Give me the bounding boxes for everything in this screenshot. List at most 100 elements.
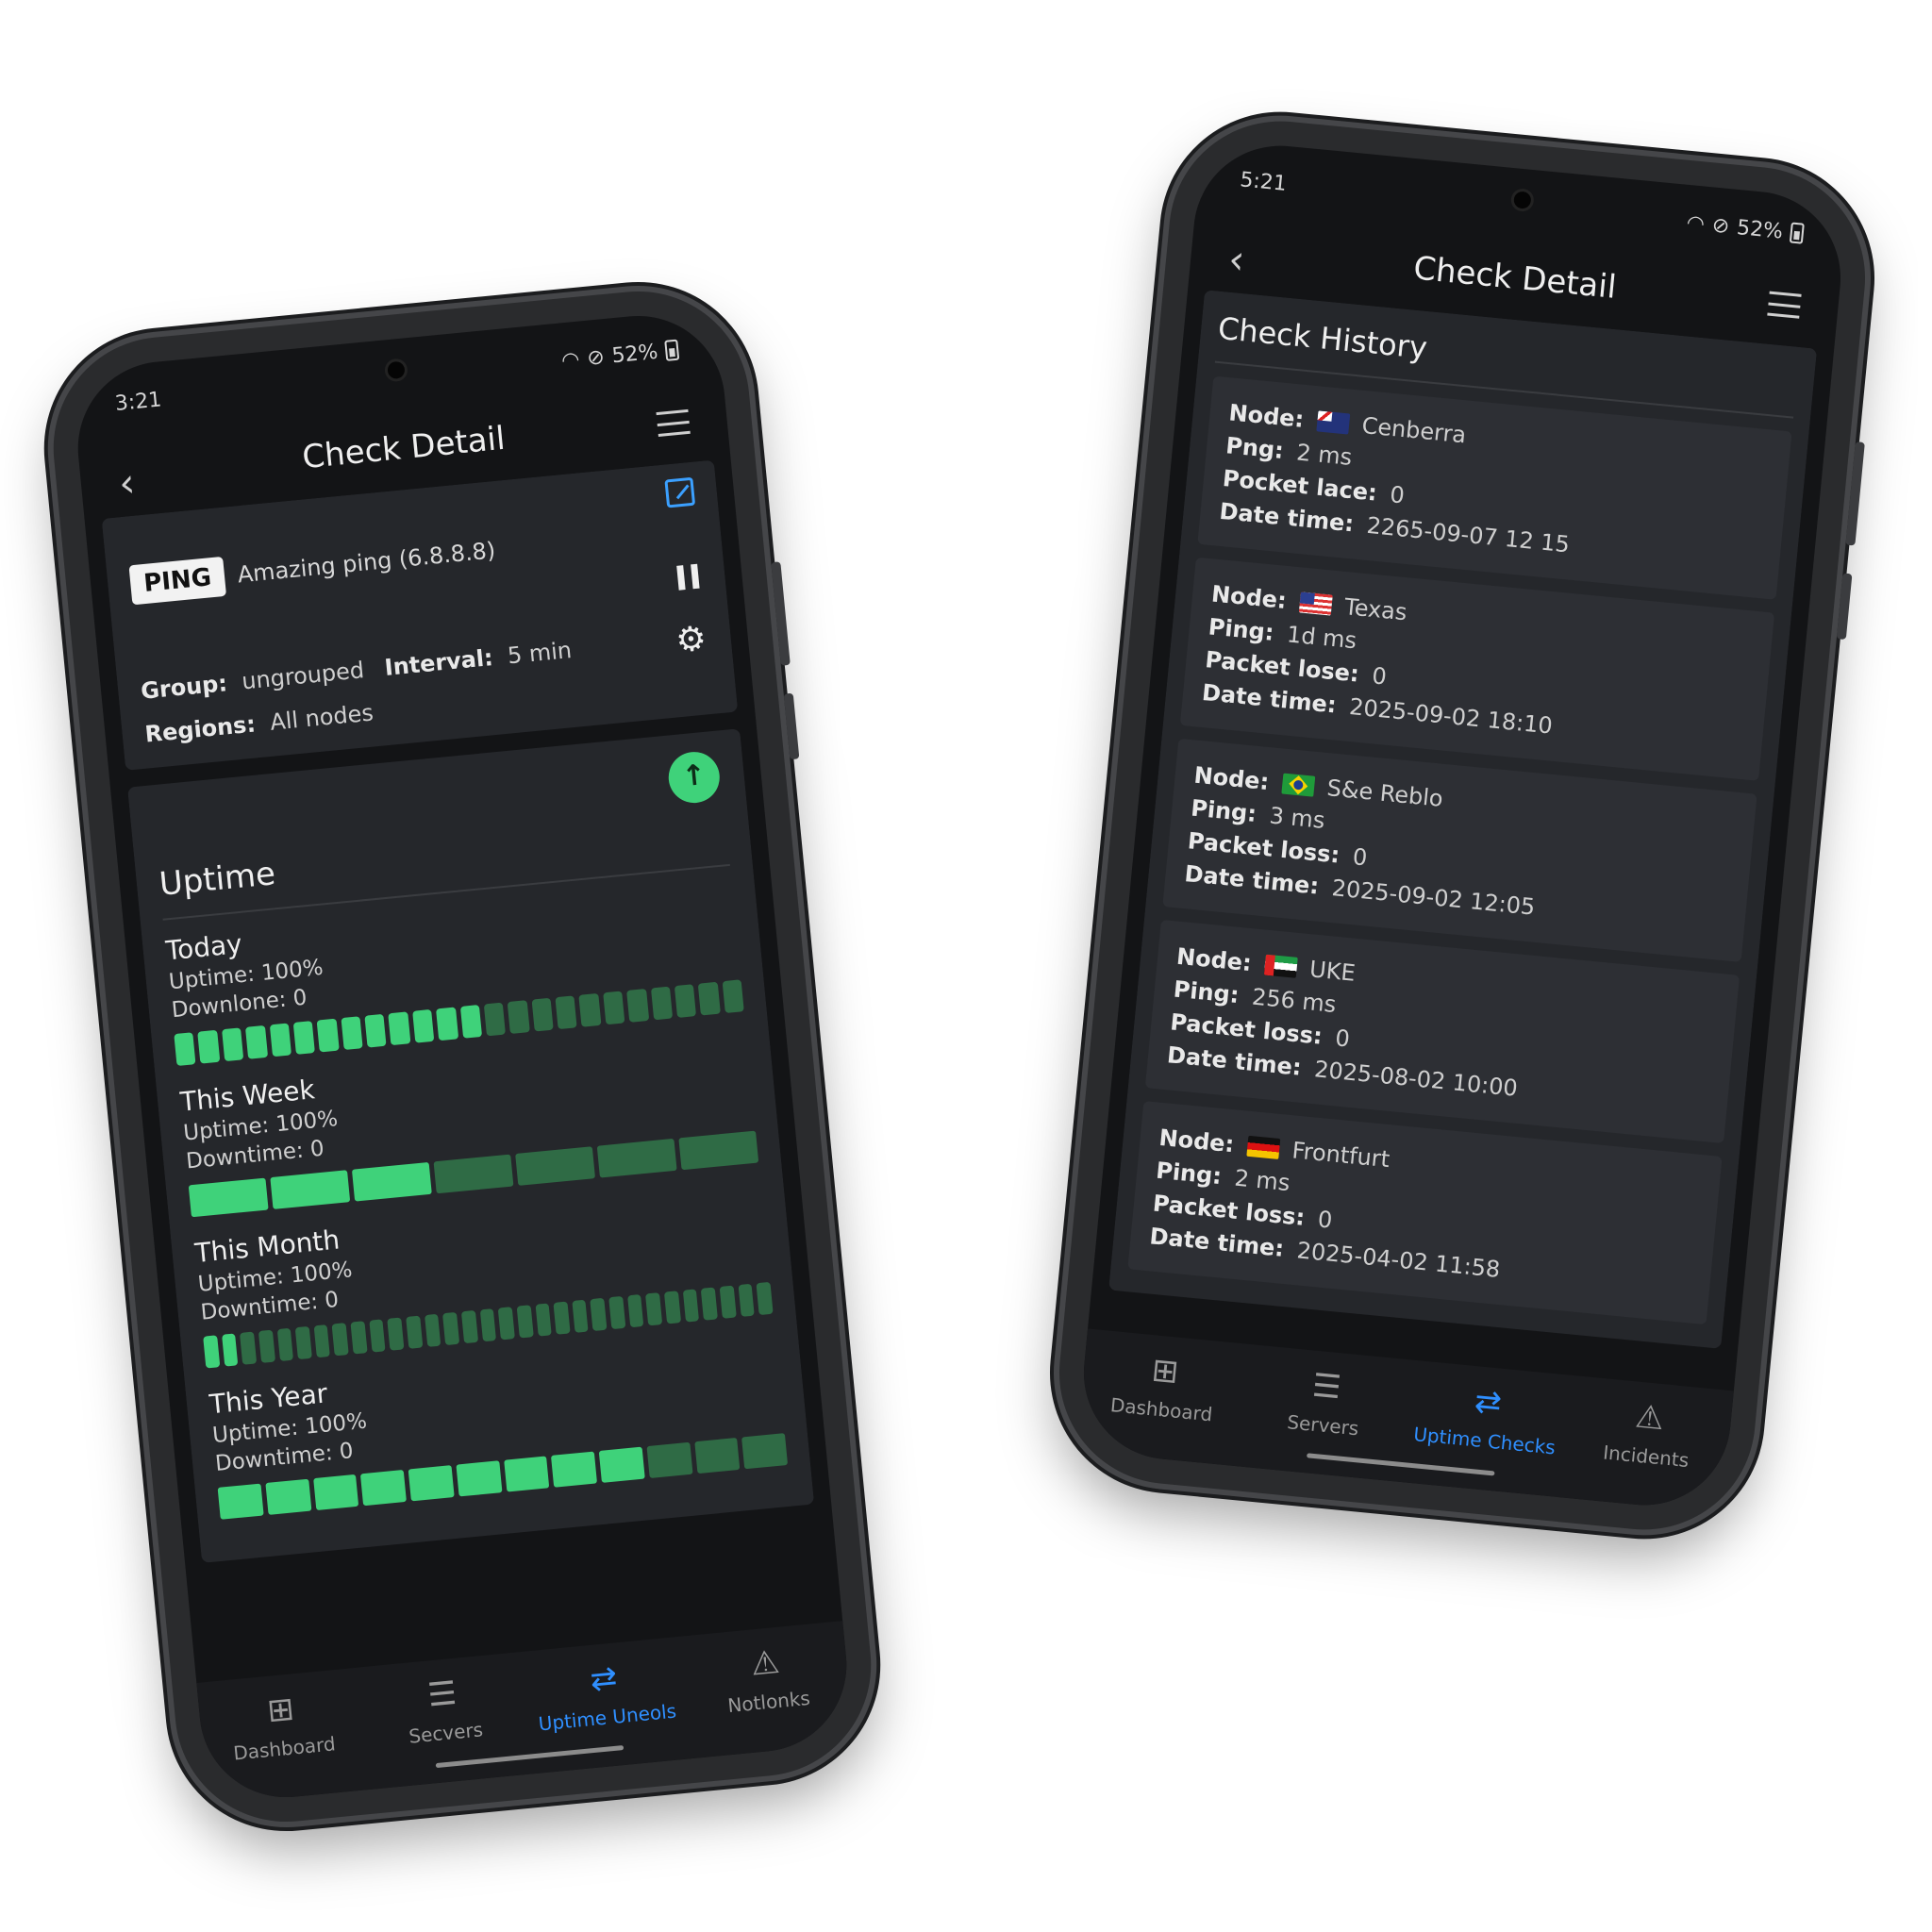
uptime-segment (276, 1327, 294, 1362)
period-month: This Month Uptime: 100% Downtime: 0 (193, 1183, 774, 1369)
nav-incidents[interactable]: ⚠ Incidents (1564, 1394, 1732, 1475)
uptime-segment (240, 1331, 258, 1365)
uptime-segment (408, 1465, 455, 1502)
uptime-segment (515, 1146, 596, 1186)
node-label: Node: (1158, 1124, 1236, 1158)
warning-icon: ⚠ (1633, 1397, 1666, 1439)
battery-percent: 52% (1736, 215, 1785, 244)
uptime-segment (188, 1177, 269, 1218)
uptime-segment (351, 1161, 432, 1202)
home-indicator[interactable] (435, 1744, 625, 1769)
group-field: Group: ungrouped (140, 657, 365, 705)
ping-value: 2 ms (1295, 439, 1354, 471)
interval-value: 5 min (506, 636, 574, 670)
uptime-segment (674, 984, 697, 1018)
nav-servers[interactable]: ☰ Secvers (359, 1671, 527, 1752)
uptime-segment (245, 1024, 268, 1059)
ping-value: 2 ms (1233, 1164, 1291, 1197)
check-info-card: PING Amazing ping (6.8.8.8) ⚙ Group: ung… (101, 459, 739, 771)
node-name: Cenberra (1360, 411, 1468, 449)
screen: 5:21 ◠ ⊘ 52% ‹ Check Detail Check Histor… (1075, 138, 1849, 1513)
regions-value: All nodes (269, 699, 375, 736)
nav-label: Secvers (408, 1718, 484, 1748)
nav-label: Notlonks (726, 1686, 811, 1718)
uptime-segment (174, 1032, 196, 1067)
uptime-segment (738, 1283, 755, 1317)
uptime-segment (424, 1313, 441, 1347)
uptime-segment (719, 1285, 737, 1319)
uptime-segment (197, 1029, 221, 1064)
loss-value: 0 (1371, 662, 1389, 691)
node-name: UKE (1307, 956, 1357, 987)
nav-uptime-checks[interactable]: ⇄ Uptime Checks (1403, 1378, 1571, 1459)
gear-icon[interactable]: ⚙ (675, 619, 708, 660)
battery-icon (1789, 222, 1805, 244)
nav-label: Uptime Uneols (537, 1699, 678, 1736)
home-indicator[interactable] (1306, 1453, 1495, 1476)
uptime-segment (645, 1292, 663, 1326)
pause-icon[interactable] (676, 564, 699, 591)
ping-value: 3 ms (1268, 802, 1326, 834)
uptime-segment (497, 1307, 515, 1341)
menu-icon[interactable] (656, 408, 691, 438)
node-label: Node: (1174, 942, 1253, 977)
nav-dashboard[interactable]: ⊞ Dashboard (198, 1686, 366, 1767)
edit-icon[interactable] (664, 476, 696, 508)
uptime-segment (741, 1433, 789, 1470)
uptime-segment (697, 981, 721, 1016)
uptime-segment (270, 1170, 351, 1209)
period-year: This Year Uptime: 100% Downtime: 0 (208, 1335, 789, 1520)
status-time: 5:21 (1239, 167, 1288, 196)
uptime-segment (693, 1437, 741, 1474)
uptime-segment (503, 1456, 550, 1492)
uptime-segment (682, 1289, 700, 1323)
grid-icon: ⊞ (1150, 1351, 1181, 1391)
uptime-segment (507, 1000, 530, 1034)
uptime-segment (364, 1013, 387, 1048)
uptime-segment (265, 1478, 311, 1515)
uptime-segment (531, 997, 554, 1032)
check-history-card: Check History Node: Cenberra Png: 2 ms Poc… (1108, 290, 1818, 1349)
ping-label: Ping: (1190, 794, 1258, 827)
loss-value: 0 (1351, 843, 1369, 872)
uptime-segment (316, 1018, 340, 1053)
menu-icon[interactable] (1767, 291, 1802, 319)
date-label: Date time: (1165, 1041, 1303, 1081)
node-name: Texas (1342, 593, 1408, 626)
uptime-segment (663, 1291, 681, 1324)
grid-icon: ⊞ (265, 1690, 296, 1730)
uae-flag-icon (1263, 954, 1298, 978)
phone-right: 5:21 ◠ ⊘ 52% ‹ Check Detail Check Histor… (1049, 110, 1875, 1541)
node-label: Node: (1227, 399, 1306, 433)
group-label: Group: (139, 670, 229, 705)
uptime-segment (436, 1007, 458, 1041)
uptime-segment (258, 1329, 275, 1363)
uptime-segment (551, 1451, 598, 1488)
group-value: ungrouped (241, 657, 366, 695)
dnd-icon: ⊘ (1710, 213, 1731, 239)
nav-servers[interactable]: ☰ Servers (1241, 1363, 1409, 1444)
server-icon: ☰ (425, 1674, 458, 1715)
node-name: S&e Reblo (1325, 774, 1444, 812)
uptime-segment (646, 1441, 693, 1479)
interval-label: Interval: (383, 643, 494, 681)
status-time: 3:21 (113, 387, 163, 416)
uptime-segment (516, 1305, 534, 1339)
nav-uptime-checks[interactable]: ⇄ Uptime Uneols (522, 1656, 690, 1737)
ping-value: 256 ms (1250, 983, 1338, 1018)
uptime-segment (406, 1315, 424, 1349)
nav-label: Uptime Checks (1412, 1423, 1557, 1459)
usa-flag-icon (1298, 591, 1333, 616)
uptime-segment (292, 1021, 316, 1055)
date-label: Date time: (1218, 497, 1356, 538)
nav-incidents[interactable]: ⚠ Notlonks (683, 1640, 851, 1721)
uptime-segment (553, 1301, 571, 1335)
nav-label: Incidents (1602, 1441, 1690, 1473)
nav-dashboard[interactable]: ⊞ Dashboard (1079, 1347, 1247, 1428)
uptime-segment (221, 1027, 244, 1062)
regions-label: Regions: (143, 710, 258, 748)
uptime-segment (596, 1138, 677, 1178)
uptime-segment (479, 1308, 497, 1342)
power-button (1836, 573, 1853, 641)
ping-value: 1d ms (1285, 621, 1358, 655)
